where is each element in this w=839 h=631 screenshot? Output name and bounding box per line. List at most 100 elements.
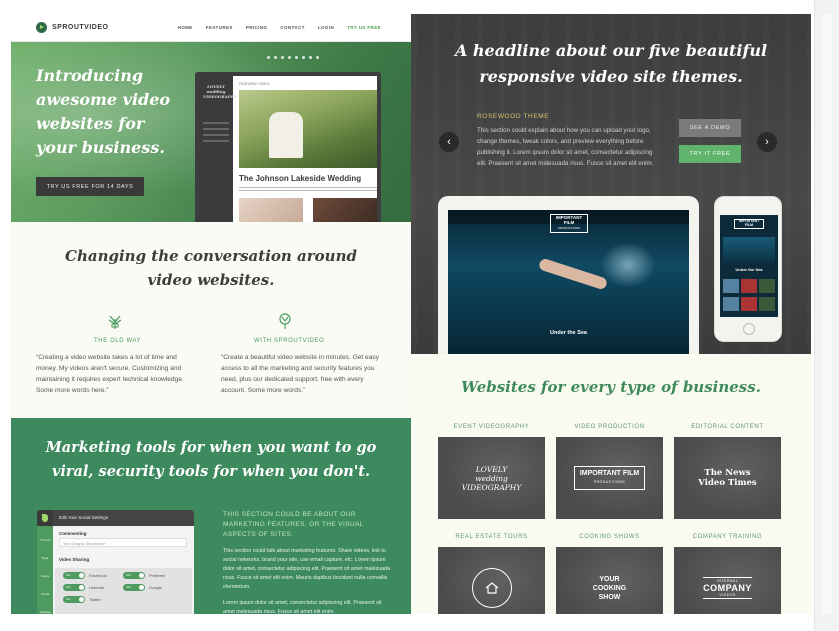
sproutvideo-label: WITH SPROUTVIDEO [254, 338, 325, 344]
try-free-button[interactable]: TRY US FREE FOR 14 DAYS [36, 177, 144, 196]
tablet-caption: Under the Sea [550, 330, 587, 336]
app-logo-icon [37, 510, 53, 526]
marketing-lead: THIS SECTION COULD BE ABOUT OUR MARKETIN… [223, 511, 364, 538]
hero-headline: Introducing awesome video websites for y… [36, 66, 171, 157]
hero-panel: SPROUTVIDEO HOME FEATURES PRICING CONTAC… [11, 14, 411, 222]
category-card[interactable]: REAL ESTATE TOURS [438, 534, 545, 614]
theme-description: This section could explain about how you… [477, 127, 654, 167]
mockup-thumbnail [239, 198, 303, 222]
phone-device: IMPORTANT FILM Under the Sea [714, 196, 782, 342]
mockup-featured-label: FEATURED VIDEO [239, 82, 270, 86]
twitter-toggle[interactable]: ON Twitter [63, 596, 101, 603]
rail-item[interactable]: Social [40, 592, 50, 596]
toggle-switch[interactable]: ON [123, 572, 145, 579]
old-way-quote: “Creating a video website takes a lot of… [36, 354, 184, 394]
category-art-text: The News Video Times [698, 468, 757, 488]
toggle-label: Twitter [89, 597, 101, 602]
try-it-free-button[interactable]: TRY IT FREE [679, 145, 741, 163]
category-card[interactable]: VIDEO PRODUCTION IMPORTANT FILM PRODUCTIO… [556, 424, 663, 519]
logo[interactable]: SPROUTVIDEO [36, 22, 108, 33]
category-art-text: IMPORTANT FILM [579, 470, 640, 477]
underwater-splash [598, 240, 658, 290]
tablet-logo-line1: IMPORTANT FILM [555, 215, 583, 225]
category-title: VIDEO PRODUCTION [574, 424, 645, 430]
pinterest-toggle[interactable]: ON Pinterest [123, 572, 165, 579]
marketing-paragraph: Lorem ipsum dolor sit amet, consectetur … [223, 600, 382, 614]
nav-features[interactable]: FEATURES [206, 25, 233, 30]
phone-home-button-icon [743, 323, 755, 335]
top-nav: SPROUTVIDEO HOME FEATURES PRICING CONTAC… [11, 14, 411, 42]
commenting-label: Commenting [59, 531, 87, 536]
logo-text: SPROUTVIDEO [52, 24, 109, 31]
category-art-text: YOUR COOKING SHOW [592, 575, 627, 601]
disqus-shortname-input[interactable]: Your Disqus Shortname [59, 538, 187, 547]
category-card[interactable]: EVENT VIDEOGRAPHY LOVELY wedding VIDEOGR… [438, 424, 545, 519]
mockup-featured-image [239, 90, 377, 168]
rail-item[interactable]: Style [40, 556, 50, 560]
phone-caption: Under the Sea [735, 267, 763, 272]
video-sharing-label: Video Sharing [59, 557, 90, 562]
category-title: REAL ESTATE TOURS [455, 534, 528, 540]
prev-arrow-icon[interactable]: ‹ [439, 132, 459, 152]
next-arrow-icon[interactable]: › [757, 132, 777, 152]
toggle-switch[interactable]: ON [63, 572, 85, 579]
marketing-paragraph: This section could talk about marketing … [223, 548, 390, 590]
category-title: EVENT VIDEOGRAPHY [453, 424, 530, 430]
bundle-leaf-icon [108, 315, 122, 329]
category-thumbnail: LOVELY wedding VIDEOGRAPHY [438, 437, 545, 519]
category-card[interactable]: COOKING SHOWS YOUR COOKING SHOW [556, 534, 663, 614]
category-art-text: COMPANY [703, 583, 752, 593]
phone-screen: IMPORTANT FILM Under the Sea [720, 215, 778, 317]
category-title: COMPANY TRAINING [692, 534, 763, 540]
nav-home[interactable]: HOME [178, 25, 193, 30]
tablet-device: IMPORTANT FILM PRODUCTIONS Under the Sea [438, 196, 699, 354]
window-scrollbar[interactable] [814, 0, 839, 631]
toggle-label: Facebook [89, 573, 107, 578]
old-way-label: THE OLD WAY [94, 338, 142, 344]
mockup-thumbnail [313, 198, 377, 222]
nav-contact[interactable]: CONTACT [280, 25, 304, 30]
rail-item[interactable]: Pages [40, 574, 50, 578]
themes-panel: A headline about our five beautiful resp… [411, 14, 811, 354]
business-panel: Websites for every type of business. EVE… [411, 354, 811, 614]
sprout-logo-icon [36, 22, 47, 33]
category-art-frame: IMPORTANT FILM PRODUCTIONS [573, 466, 646, 490]
category-art-text: LOVELY wedding VIDEOGRAPHY [461, 464, 522, 492]
category-card[interactable]: EDITORIAL CONTENT The News Video Times [674, 424, 781, 519]
tablet-film-logo: IMPORTANT FILM PRODUCTIONS [550, 214, 588, 233]
carousel-dots[interactable] [267, 56, 319, 59]
house-seal-icon [471, 568, 512, 608]
business-headline: Websites for every type of business. [461, 378, 761, 396]
conversation-headline: Changing the conversation around video w… [65, 247, 357, 289]
facebook-toggle[interactable]: ON Facebook [63, 572, 107, 579]
phone-thumbnails [723, 297, 775, 311]
scrollbar-thumb[interactable] [822, 14, 832, 614]
rail-item[interactable]: Settings [40, 610, 51, 614]
category-card[interactable]: COMPANY TRAINING INTERNAL COMPANY VIDEOS [674, 534, 781, 614]
category-art-subtext: VIDEOS [719, 593, 736, 597]
marketing-copy: THIS SECTION COULD BE ABOUT OUR MARKETIN… [223, 510, 393, 614]
category-title: EDITORIAL CONTENT [691, 424, 764, 430]
app-rail: Themes Style Pages Social Settings [37, 526, 53, 614]
nav-try-free[interactable]: TRY US FREE [347, 25, 381, 30]
sprout-icon [279, 313, 291, 329]
google-toggle[interactable]: ON Google [123, 584, 162, 591]
toggle-label: Pinterest [149, 573, 165, 578]
nav-pricing[interactable]: PRICING [246, 25, 268, 30]
conversation-panel: Changing the conversation around video w… [11, 222, 411, 418]
mockup-sidebar: LOVELY wedding VIDEOGRAPHY [199, 76, 237, 222]
toggle-switch[interactable]: ON [63, 596, 85, 603]
rail-item[interactable]: Themes [40, 538, 51, 542]
nav-login[interactable]: LOGIN [318, 25, 334, 30]
category-art-subtext: PRODUCTIONS [593, 480, 626, 484]
linkedin-toggle[interactable]: ON LinkedIn [63, 584, 104, 591]
toggle-label: Google [149, 585, 162, 590]
tablet-logo-line2: PRODUCTIONS [557, 225, 581, 230]
see-demo-button[interactable]: SEE A DEMO [679, 119, 741, 137]
theme-name: ROSEWOOD THEME [477, 113, 550, 120]
phone-film-logo: IMPORTANT FILM [734, 219, 764, 229]
toggle-switch[interactable]: ON [123, 584, 145, 591]
app-header-title: Edit Your Social Settings [59, 515, 109, 520]
themes-headline: A headline about our five beautiful resp… [454, 41, 768, 86]
toggle-switch[interactable]: ON [63, 584, 85, 591]
